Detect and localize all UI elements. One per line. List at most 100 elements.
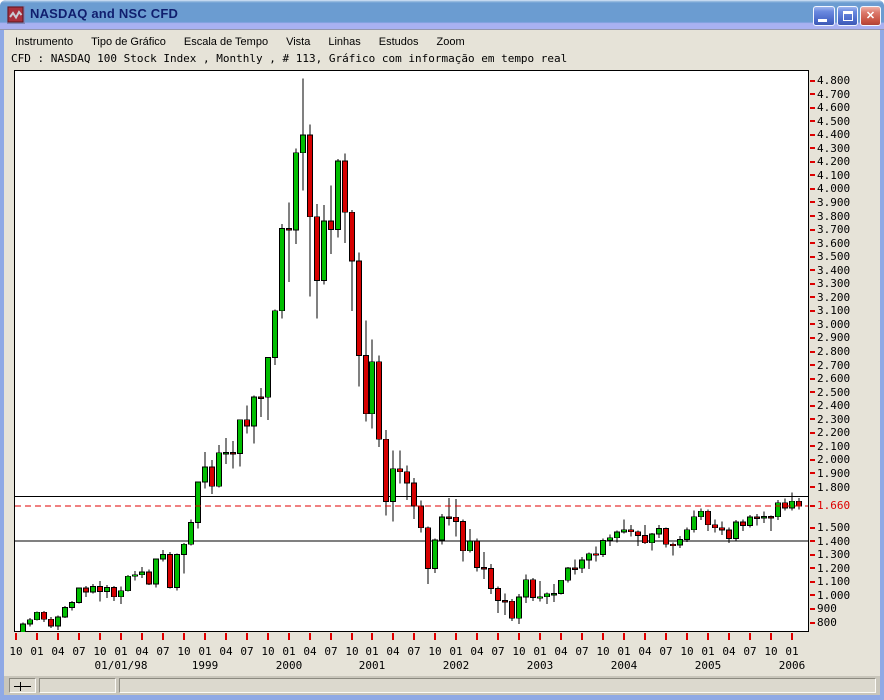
candle-body: [42, 612, 47, 619]
x-axis-tick: [351, 633, 353, 640]
plot-area-border: [15, 71, 809, 632]
y-axis-label: 4.100: [817, 169, 850, 182]
x-axis-tick: [770, 633, 772, 640]
candle-body: [720, 528, 725, 530]
crosshair-tool-button[interactable]: [9, 678, 36, 693]
candle-body: [685, 530, 690, 540]
candle-body: [259, 397, 264, 399]
candle-body: [49, 619, 54, 626]
x-axis-tick: [476, 633, 478, 640]
x-axis-month-label: 04: [718, 645, 740, 658]
candle-body: [384, 439, 389, 501]
candle-body: [636, 532, 641, 536]
y-axis-tick: [810, 296, 815, 298]
y-axis-label: 3.200: [817, 291, 850, 304]
menu-estudos[interactable]: Estudos: [370, 34, 428, 50]
candlestick-chart[interactable]: [14, 70, 809, 632]
x-axis-month-label: 07: [320, 645, 342, 658]
x-axis-year-label: 2002: [416, 659, 496, 672]
x-axis-tick: [602, 633, 604, 640]
y-axis-tick: [810, 242, 815, 244]
y-axis-tick: [810, 486, 815, 488]
y-axis-tick: [810, 418, 815, 420]
x-axis-month-label: 07: [487, 645, 509, 658]
menu-instrumento[interactable]: Instrumento: [6, 34, 82, 50]
menu-zoom[interactable]: Zoom: [428, 34, 474, 50]
x-axis-tick: [497, 633, 499, 640]
candle-body: [454, 517, 459, 521]
x-axis-tick: [371, 633, 373, 640]
candle-body: [587, 554, 592, 560]
candle-body: [790, 501, 795, 508]
candle-body: [245, 420, 250, 426]
candle-body: [161, 554, 166, 558]
y-axis-tick: [810, 120, 815, 122]
candle-body: [189, 522, 194, 544]
candle-body: [671, 544, 676, 546]
candle-body: [531, 580, 536, 598]
candle-body: [776, 503, 781, 517]
y-axis-tick: [810, 594, 815, 596]
y-axis-label: 1.300: [817, 548, 850, 561]
y-axis-tick: [810, 337, 815, 339]
x-axis-tick: [309, 633, 311, 640]
x-axis-year-label: 2003: [500, 659, 580, 672]
x-axis-tick: [162, 633, 164, 640]
candle-body: [91, 587, 96, 593]
candle-body: [203, 467, 208, 482]
y-axis-tick: [810, 93, 815, 95]
candle-body: [713, 525, 718, 528]
candle-body: [231, 452, 236, 454]
y-axis-label: 2.500: [817, 386, 850, 399]
y-axis-label: 2.100: [817, 440, 850, 453]
y-axis-tick: [810, 567, 815, 569]
x-axis-tick: [644, 633, 646, 640]
x-axis-month-label: 10: [760, 645, 782, 658]
y-axis-tick: [810, 405, 815, 407]
y-axis-tick: [810, 622, 815, 624]
x-axis-month-label: 07: [152, 645, 174, 658]
x-axis-tick: [518, 633, 520, 640]
candle-body: [182, 544, 187, 554]
x-axis-month-label: 01: [26, 645, 48, 658]
y-axis-tick: [810, 540, 815, 542]
candle-body: [315, 217, 320, 281]
menu-linhas[interactable]: Linhas: [319, 34, 369, 50]
crosshair-icon: [14, 686, 31, 687]
candle-body: [573, 568, 578, 570]
y-axis-tick: [810, 527, 815, 529]
candle-body: [412, 483, 417, 506]
minimize-button[interactable]: [813, 6, 835, 26]
candle-body: [154, 559, 159, 584]
candle-body: [112, 588, 117, 597]
x-axis-month-label: 04: [299, 645, 321, 658]
candle-body: [496, 588, 501, 600]
x-axis-tick: [560, 633, 562, 640]
y-axis-label: 4.400: [817, 128, 850, 141]
chart-description: CFD : NASDAQ 100 Stock Index , Monthly ,…: [11, 52, 567, 65]
candle-body: [140, 572, 145, 575]
menu-vista[interactable]: Vista: [277, 34, 319, 50]
y-axis-label: 4.700: [817, 88, 850, 101]
candle-body: [608, 538, 613, 541]
menu-escala-de-tempo[interactable]: Escala de Tempo: [175, 34, 277, 50]
close-button[interactable]: ✕: [860, 6, 881, 26]
candle-body: [475, 541, 480, 568]
candle-body: [762, 516, 767, 518]
x-axis-tick: [749, 633, 751, 640]
x-axis-tick: [15, 633, 17, 640]
x-axis-month-label: 01: [194, 645, 216, 658]
x-axis-month-label: 10: [257, 645, 279, 658]
x-axis-month-label: 01: [781, 645, 803, 658]
maximize-button[interactable]: [837, 6, 858, 26]
x-axis-tick: [57, 633, 59, 640]
menu-tipo-de-grafico[interactable]: Tipo de Gráfico: [82, 34, 175, 50]
candle-body: [594, 554, 599, 556]
candle-body: [552, 593, 557, 595]
status-panel-left: [39, 678, 116, 693]
candle-body: [706, 511, 711, 524]
title-bar[interactable]: NASDAQ and NSC CFD ✕: [0, 0, 884, 30]
candle-body: [664, 528, 669, 544]
candle-body: [692, 517, 697, 530]
y-axis-label: 1.400: [817, 535, 850, 548]
